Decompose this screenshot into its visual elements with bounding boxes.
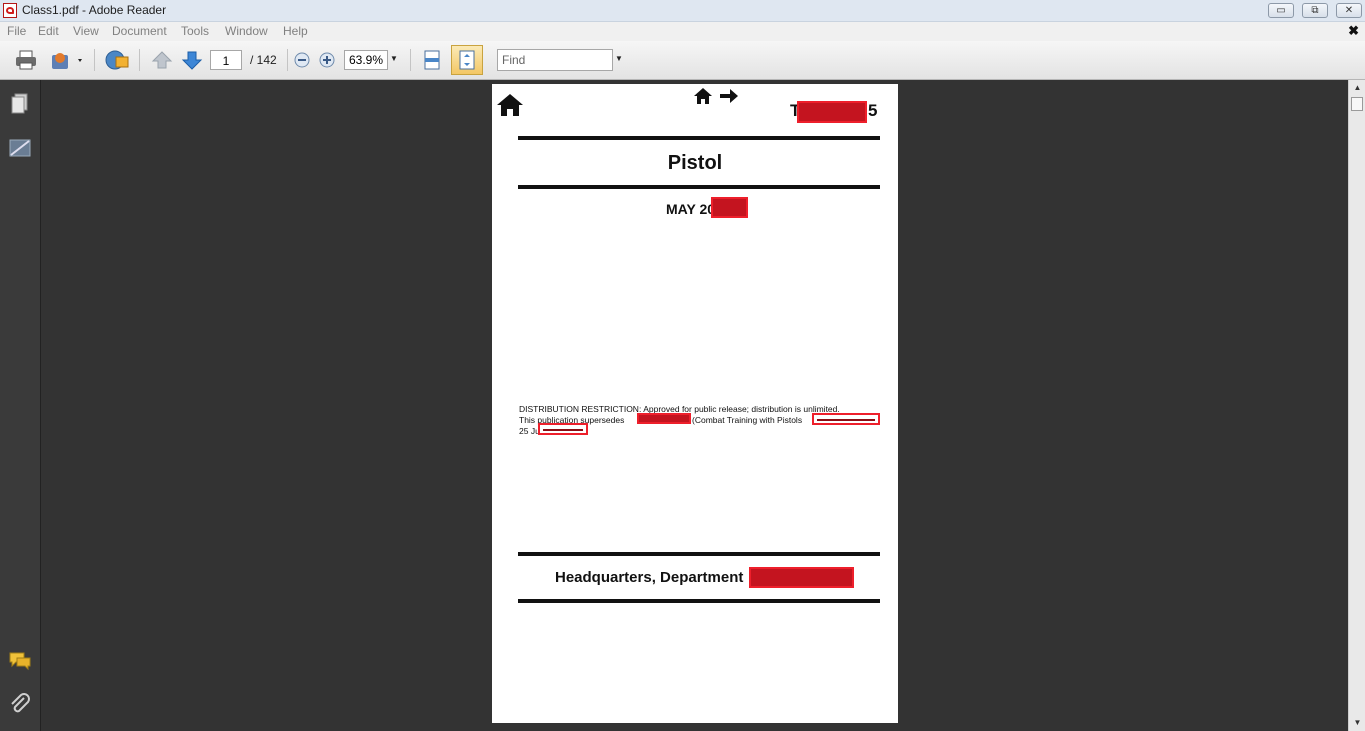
redaction-box	[538, 423, 588, 435]
home-icon[interactable]	[495, 92, 525, 118]
document-date: MAY 20	[666, 201, 716, 217]
next-page-icon[interactable]	[180, 49, 204, 71]
fit-page-icon	[459, 50, 475, 70]
title-bar: Class1.pdf - Adobe Reader ▭ ⧉ ✕	[0, 0, 1365, 22]
find-dropdown-icon[interactable]: ▼	[615, 54, 623, 63]
title-rule	[518, 185, 880, 189]
comments-icon[interactable]	[8, 648, 32, 672]
document-title: Pistol	[667, 152, 723, 174]
fit-page-button[interactable]	[451, 45, 483, 75]
share-icon[interactable]	[103, 49, 131, 71]
restore-button[interactable]: ⧉	[1302, 3, 1328, 18]
vertical-scrollbar[interactable]: ▲ ▼	[1348, 80, 1365, 731]
window-title: Class1.pdf - Adobe Reader	[22, 3, 167, 17]
redaction-box	[749, 567, 854, 588]
close-button[interactable]: ✕	[1336, 3, 1362, 18]
scroll-up-icon[interactable]: ▲	[1349, 80, 1365, 96]
collaborate-icon[interactable]	[50, 49, 84, 71]
signatures-icon[interactable]	[8, 136, 32, 160]
supersedes-title: (Combat Training with Pistols	[692, 415, 803, 425]
menu-window[interactable]: Window	[225, 24, 268, 38]
top-rule	[518, 136, 880, 140]
page-total: / 142	[250, 53, 277, 67]
find-input[interactable]: Find	[497, 49, 613, 71]
footer-bottom-rule	[518, 599, 880, 603]
menu-bar: File Edit View Document Tools Window Hel…	[0, 22, 1365, 41]
minimize-button[interactable]: ▭	[1268, 3, 1294, 18]
menu-tools[interactable]: Tools	[181, 24, 209, 38]
supersedes-date: 25 Ju	[519, 426, 540, 436]
scroll-thumb[interactable]	[1351, 97, 1363, 111]
previous-page-icon[interactable]	[150, 49, 174, 71]
scroll-down-icon[interactable]: ▼	[1349, 715, 1365, 731]
zoom-in-icon[interactable]	[317, 49, 337, 71]
doc-number-suffix: 5	[868, 101, 878, 120]
pdf-page: T 5 Pistol MAY 20 DISTRIBUTION RESTRICTI…	[492, 84, 898, 723]
menu-help[interactable]: Help	[283, 24, 308, 38]
page-number-input[interactable]: 1	[210, 50, 242, 70]
menu-view[interactable]: View	[73, 24, 99, 38]
navigation-pane	[0, 80, 41, 731]
close-document-icon[interactable]: ✖	[1348, 23, 1359, 39]
menu-edit[interactable]: Edit	[38, 24, 59, 38]
attachments-icon[interactable]	[8, 692, 32, 716]
toolbar: 1 / 142 63.9% ▼	[0, 41, 1365, 80]
redaction-box	[711, 197, 748, 218]
fit-width-icon[interactable]	[420, 49, 444, 71]
zoom-out-icon[interactable]	[292, 49, 312, 71]
menu-document[interactable]: Document	[112, 24, 167, 38]
zoom-input[interactable]: 63.9%	[344, 50, 388, 70]
publisher-text: Headquarters, Department	[555, 569, 744, 586]
redaction-box	[797, 101, 867, 123]
next-arrow-icon[interactable]	[719, 87, 739, 105]
pdf-icon	[3, 3, 17, 18]
redaction-box	[637, 413, 691, 424]
pages-icon[interactable]	[8, 92, 32, 116]
home-small-icon[interactable]	[693, 87, 713, 105]
redaction-box	[812, 413, 880, 425]
print-icon[interactable]	[14, 49, 38, 71]
zoom-dropdown-icon[interactable]: ▼	[390, 54, 398, 63]
menu-file[interactable]: File	[7, 24, 26, 38]
footer-top-rule	[518, 552, 880, 556]
